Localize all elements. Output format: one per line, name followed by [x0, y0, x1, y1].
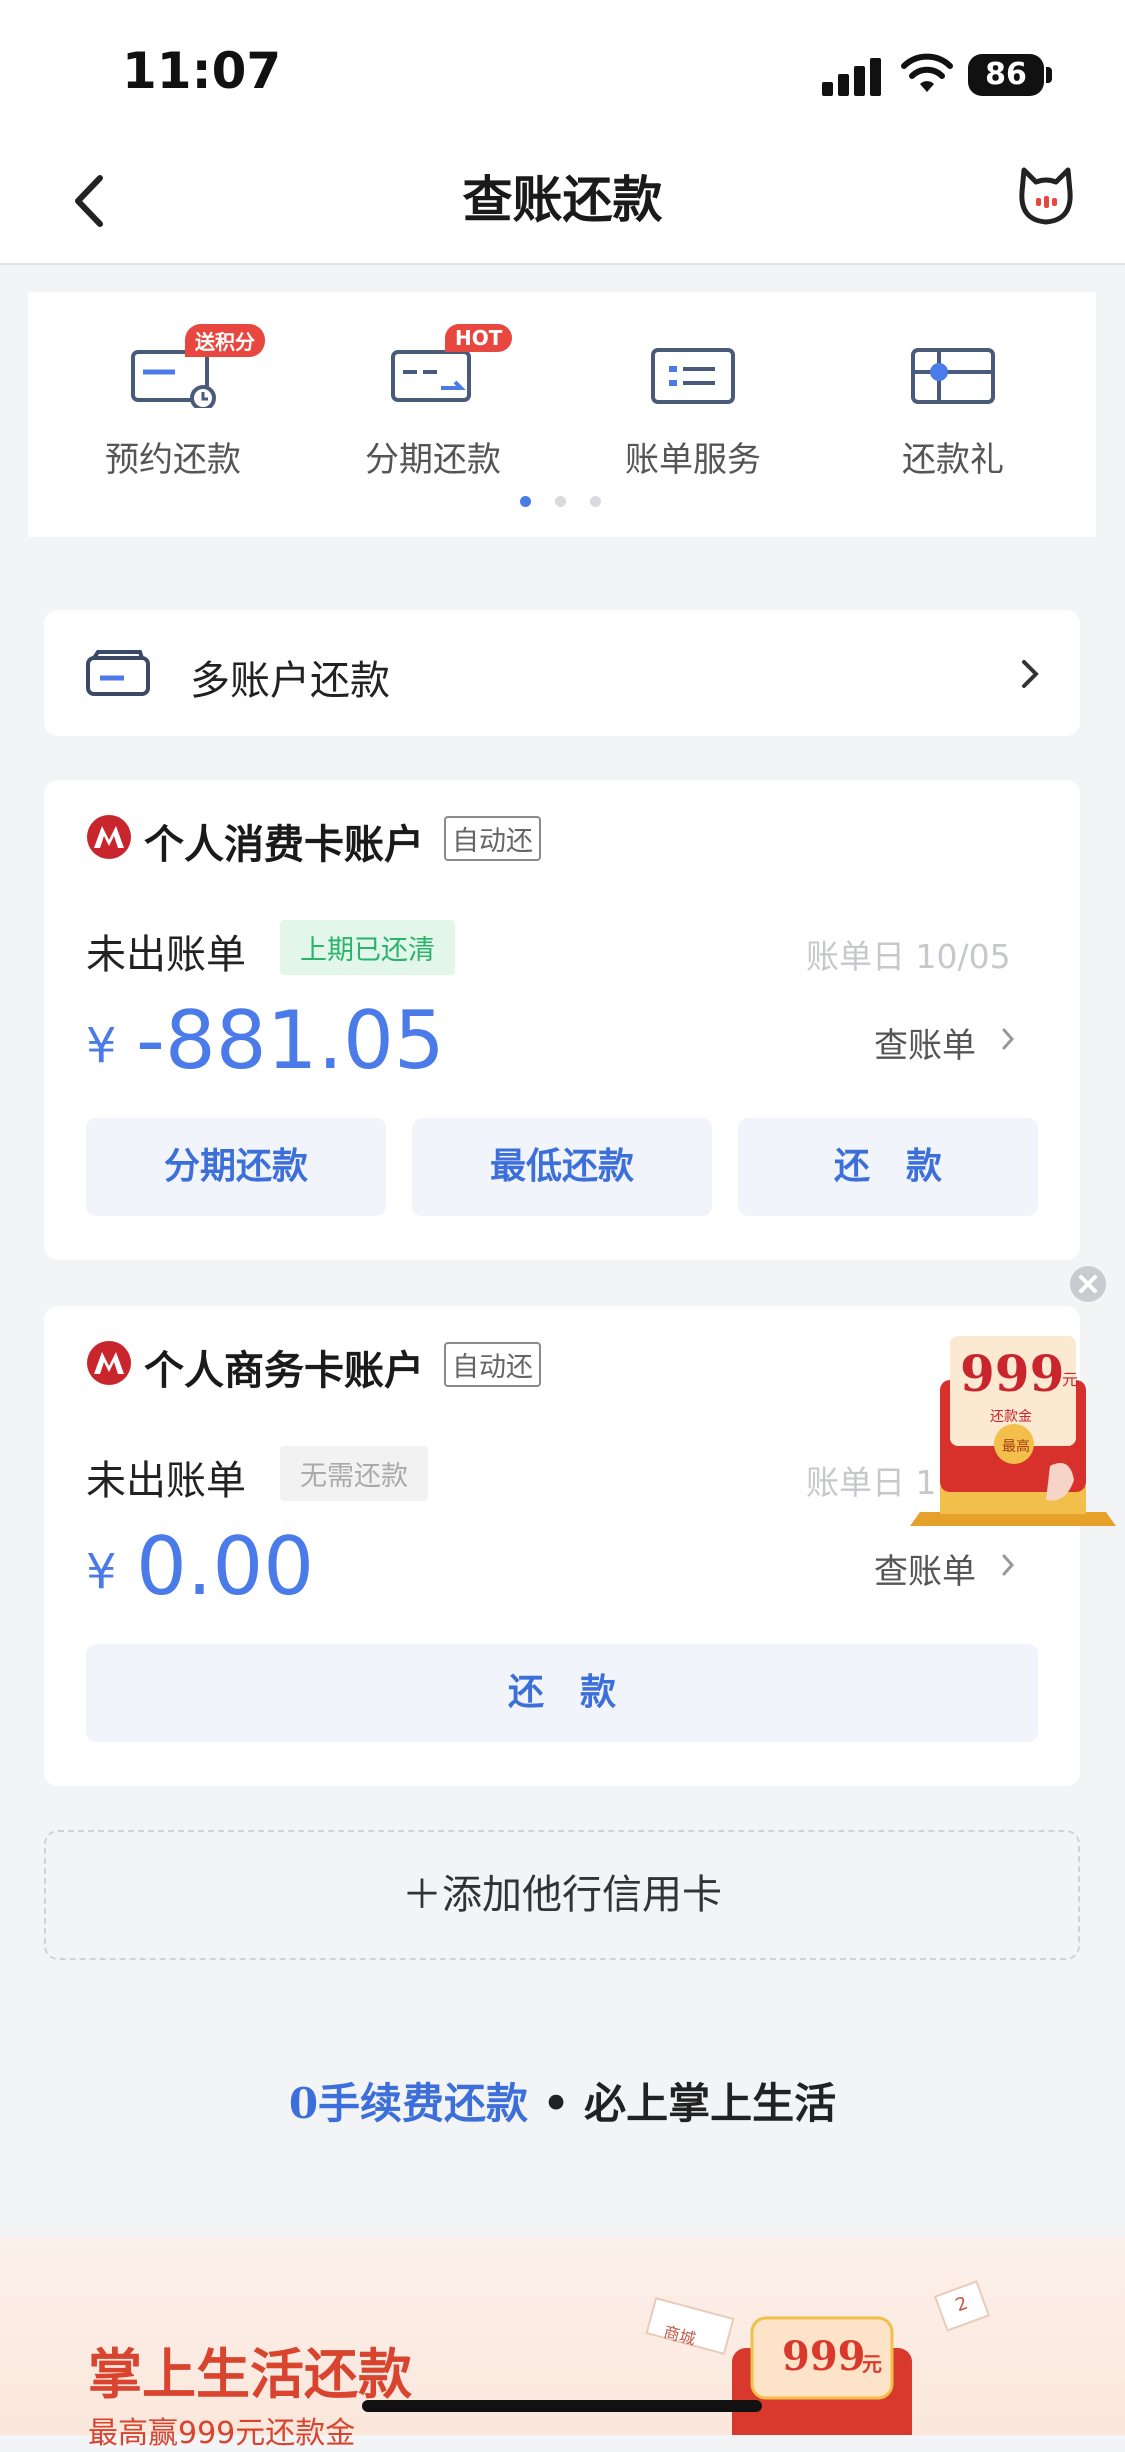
- chevron-right-icon: [1002, 1554, 1015, 1576]
- auto-repay-tag: 自动还: [444, 1342, 541, 1387]
- ad-unit: 元: [1062, 1370, 1079, 1389]
- ad-amount: 999: [960, 1344, 1065, 1403]
- cellular-signal-icon: [822, 56, 882, 96]
- banner-subtitle: 最高赢999元还款金: [88, 2416, 356, 2451]
- page-dot: [555, 496, 566, 507]
- installment-repay-button[interactable]: 分期还款: [86, 1118, 386, 1216]
- chevron-right-icon: [1022, 660, 1039, 688]
- status-time: 11:07: [122, 42, 282, 100]
- banner-title: 掌上生活还款: [88, 2342, 412, 2406]
- bank-logo-icon: [87, 1341, 131, 1385]
- quick-item-label: 分期还款: [365, 440, 501, 480]
- bill-card-icon: [651, 348, 735, 404]
- quick-item-badge: 送积分: [185, 324, 265, 357]
- floating-promo-ad[interactable]: 999 元 还款金 最高: [910, 1336, 1116, 1532]
- wallet-card-icon: [86, 650, 150, 696]
- balance-amount: -881.05: [136, 994, 445, 1087]
- account-title: 个人商务卡账户: [144, 1348, 424, 1394]
- page-indicator: [520, 496, 610, 508]
- quick-item-badge: HOT: [445, 324, 513, 352]
- gift-card-icon: [911, 348, 995, 404]
- banner-badge-amount: 999: [782, 2333, 866, 2380]
- status-tag: 无需还款: [280, 1446, 428, 1501]
- quick-item-scheduled-repay[interactable]: 送积分 预约还款: [73, 292, 273, 492]
- check-bill-link[interactable]: 查账单: [874, 1544, 976, 1593]
- promo-highlight: 0手续费还款: [288, 2079, 529, 2128]
- check-bill-link[interactable]: 查账单: [874, 1018, 976, 1067]
- page-title: 查账还款: [462, 171, 663, 229]
- bank-logo-icon: [87, 815, 131, 859]
- currency-symbol: ¥: [86, 1018, 117, 1074]
- quick-item-repay-gift[interactable]: 还款礼: [853, 292, 1053, 492]
- quick-item-label: 预约还款: [105, 440, 241, 480]
- minimum-repay-button[interactable]: 最低还款: [412, 1118, 712, 1216]
- balance-amount: 0.00: [136, 1520, 315, 1613]
- battery-tip: [1046, 67, 1052, 83]
- multi-account-label: 多账户还款: [190, 658, 390, 704]
- page-dot: [590, 496, 601, 507]
- banner-badge-unit: 元: [862, 2352, 882, 2376]
- repay-button[interactable]: 还 款: [86, 1644, 1038, 1742]
- wifi-icon: [901, 53, 953, 92]
- ad-caption: 还款金: [990, 1409, 1032, 1425]
- status-tag: 上期已还清: [280, 920, 455, 975]
- quick-item-label: 账单服务: [625, 440, 761, 480]
- repay-button[interactable]: 还 款: [738, 1118, 1038, 1216]
- ad-seal: 最高: [1002, 1439, 1030, 1455]
- promo-rest: • 必上掌上生活: [528, 2079, 837, 2128]
- cat-mascot-icon[interactable]: [1014, 162, 1078, 232]
- currency-symbol: ¥: [86, 1544, 117, 1600]
- bill-day: 账单日 10/05: [806, 937, 1011, 976]
- quick-item-installment[interactable]: HOT 分期还款: [333, 292, 533, 492]
- bill-status-label: 未出账单: [86, 932, 246, 978]
- chevron-right-icon: [1002, 1028, 1015, 1050]
- account-title: 个人消费卡账户: [144, 822, 424, 868]
- quick-item-label: 还款礼: [902, 440, 1004, 480]
- bill-status-label: 未出账单: [86, 1458, 246, 1504]
- close-ad-icon[interactable]: [1068, 1264, 1108, 1304]
- promo-slogan: 0手续费还款 • 必上掌上生活: [0, 2070, 1125, 2131]
- home-indicator[interactable]: [362, 2400, 762, 2412]
- quick-item-bill-service[interactable]: 账单服务: [593, 292, 793, 492]
- add-other-bank-card-button[interactable]: ＋添加他行信用卡: [44, 1830, 1080, 1960]
- auto-repay-tag: 自动还: [444, 816, 541, 861]
- page-dot-active: [520, 496, 531, 507]
- battery-indicator: 86: [968, 54, 1044, 96]
